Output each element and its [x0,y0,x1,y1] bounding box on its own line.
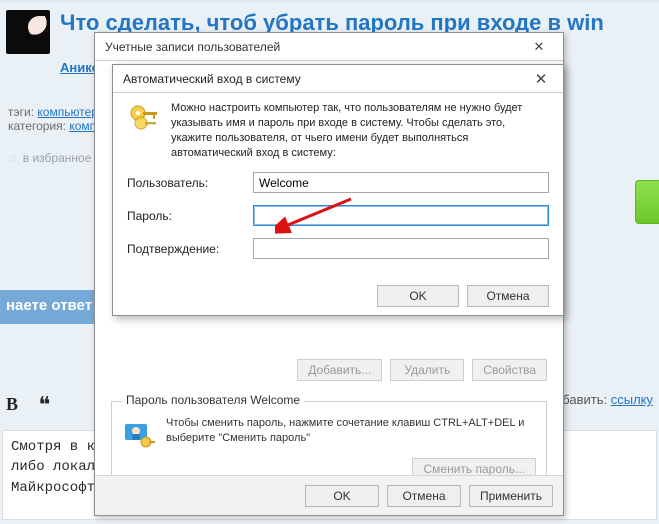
auto-logon-description: Можно настроить компьютер так, что польз… [171,101,549,160]
user-accounts-title: Учетные записи пользователей [105,40,521,54]
user-row: Пользователь: [127,172,549,193]
star-icon: ☆ [8,151,19,165]
confirm-row: Подтверждение: [127,238,549,259]
auto-logon-footer: OK Отмена [113,287,563,315]
category-label: категория: [8,119,66,133]
green-side-button[interactable] [635,180,659,224]
user-accounts-footer: OK Отмена Применить [95,475,563,515]
favorite-label: в избранное [23,151,92,165]
password-label: Пароль: [127,209,253,223]
close-icon[interactable]: ✕ [521,37,557,57]
user-key-icon [122,418,156,452]
user-label: Пользователь: [127,176,253,190]
user-accounts-titlebar[interactable]: Учетные записи пользователей ✕ [95,33,563,61]
password-row: Пароль: [127,205,549,226]
confirm-input[interactable] [253,238,549,259]
avatar[interactable] [6,10,50,54]
auto-logon-body: Можно настроить компьютер так, что польз… [113,93,563,259]
add-user-button: Добавить... [297,359,382,381]
quote-button[interactable]: ❝ [39,392,51,417]
user-input[interactable] [253,172,549,193]
delete-user-button: Удалить [390,359,464,381]
confirm-label: Подтверждение: [127,242,253,256]
password-hint: Чтобы сменить пароль, нажмите сочетание … [166,416,536,446]
tags-label: тэги: [8,105,34,119]
ok-button[interactable]: OK [305,485,379,507]
cancel-button[interactable]: Отмена [387,485,461,507]
auto-logon-title: Автоматический вход в систему [123,72,521,86]
ok-button[interactable]: OK [377,285,459,307]
user-list-buttons: Добавить... Удалить Свойства [297,359,547,381]
password-input[interactable] [253,205,549,226]
auto-logon-dialog: Автоматический вход в систему ✕ Можно на… [112,64,564,316]
tag-link[interactable]: компьютер [37,105,98,119]
add-link-link[interactable]: ссылку [611,392,653,407]
apply-button[interactable]: Применить [469,485,553,507]
close-icon[interactable]: ✕ [521,68,561,90]
keys-icon [127,101,161,135]
cancel-button[interactable]: Отмена [467,285,549,307]
password-group-legend: Пароль пользователя Welcome [122,393,304,407]
bold-button[interactable]: B [6,394,18,414]
user-properties-button: Свойства [472,359,547,381]
auto-logon-titlebar[interactable]: Автоматический вход в систему ✕ [113,65,563,93]
editor-toolbar: B ❝ [6,390,50,416]
